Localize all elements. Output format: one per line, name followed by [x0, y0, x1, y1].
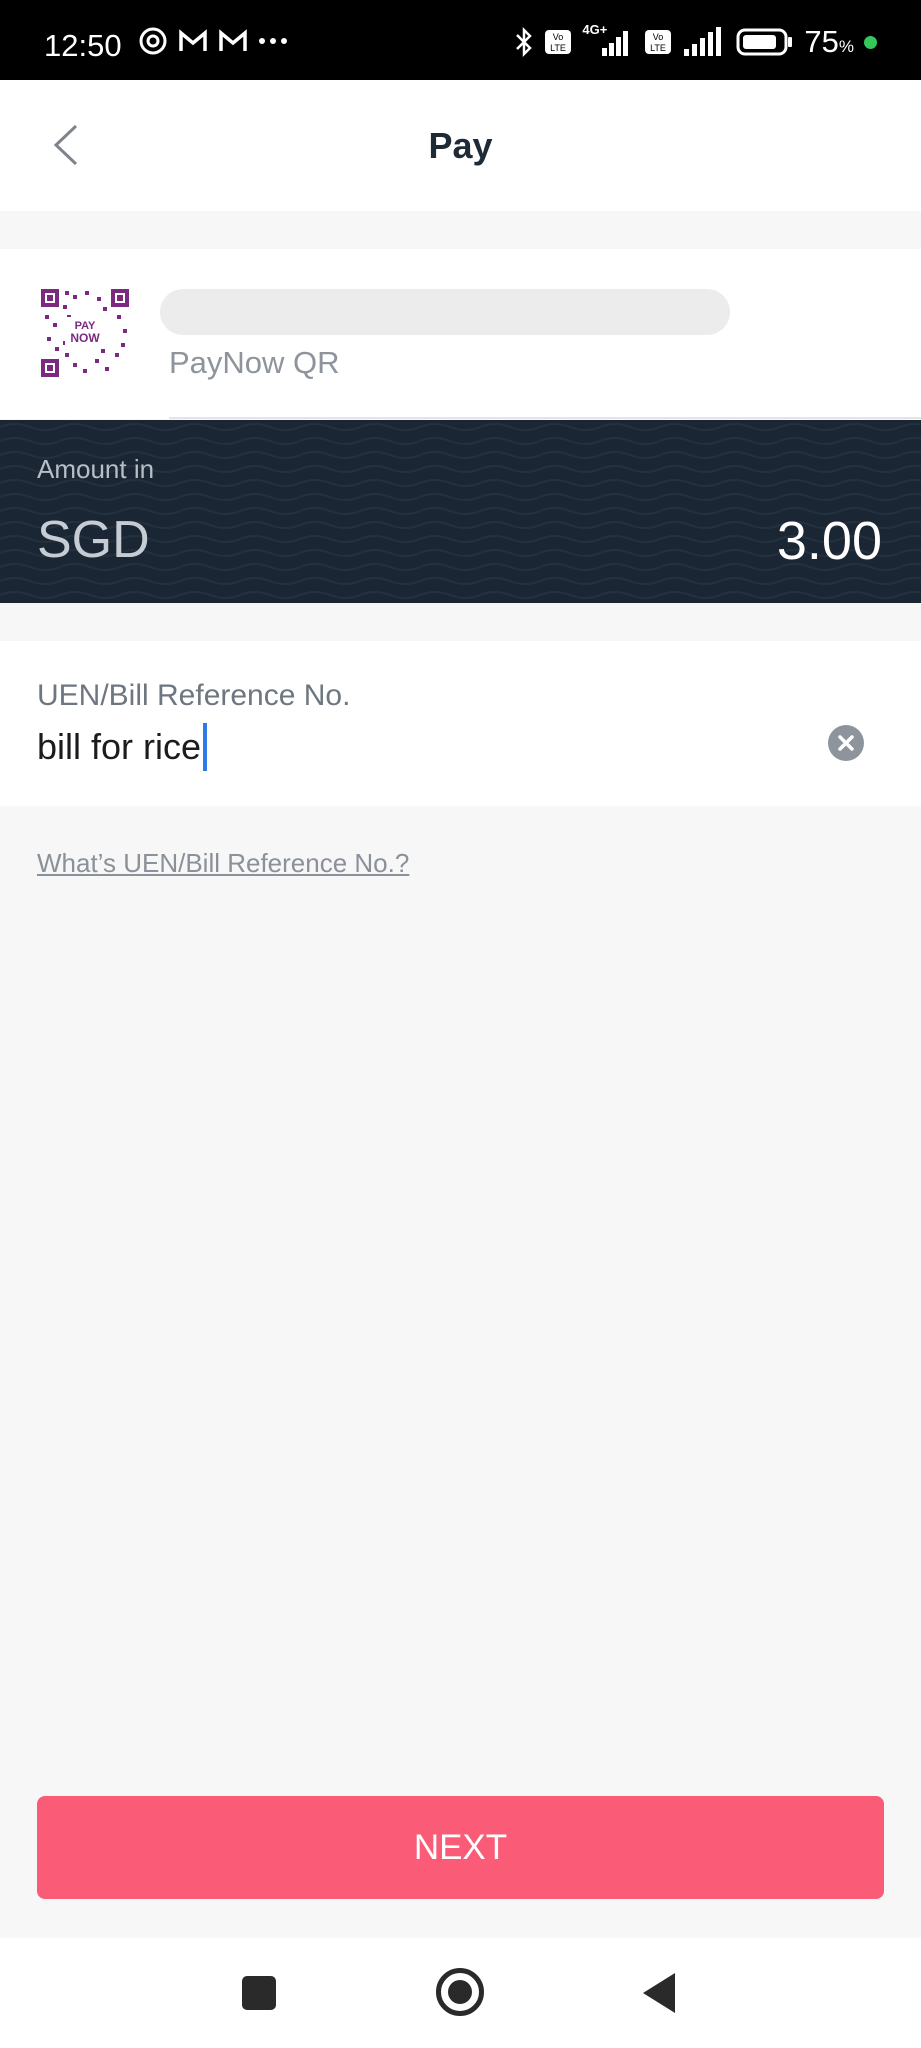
reference-input[interactable]: bill for rice — [37, 723, 208, 771]
status-time: 12:50 — [44, 28, 122, 63]
paynow-qr-icon: PAY NOW — [41, 289, 129, 377]
divider — [169, 417, 921, 419]
notification-icons — [138, 26, 288, 56]
gmail-icon — [219, 29, 247, 51]
amount-panel: Amount in SGD 3.00 — [0, 420, 921, 603]
signal-strength-4g: 4G+ — [582, 22, 634, 58]
close-icon — [838, 735, 854, 751]
svg-text:Vo: Vo — [553, 32, 564, 42]
merchant-qr-type: PayNow QR — [169, 345, 340, 380]
gmail-icon — [179, 29, 207, 51]
amount-label: Amount in — [37, 454, 155, 484]
at-sign-icon — [139, 27, 167, 55]
back-triangle-icon[interactable] — [643, 1973, 675, 2013]
privacy-indicator-dot — [864, 35, 877, 49]
signal-icon — [684, 27, 722, 56]
status-bar: 12:50 Vo LTE 4G+ Vo LTE 75% — [0, 0, 921, 80]
reference-value: bill for rice — [37, 726, 202, 767]
page-title: Pay — [428, 125, 493, 166]
merchant-name-redacted — [160, 289, 730, 335]
system-status-icons: Vo LTE 4G+ Vo LTE 75% — [514, 22, 877, 60]
reference-input-card[interactable]: UEN/Bill Reference No. bill for rice — [0, 641, 921, 806]
app-header: Pay — [0, 80, 921, 211]
amount-value[interactable]: 3.00 — [777, 510, 882, 572]
home-icon[interactable] — [436, 1968, 484, 2016]
battery-icon — [736, 28, 793, 56]
clear-input-button[interactable] — [828, 725, 864, 761]
svg-text:LTE: LTE — [650, 43, 666, 53]
currency-code: SGD — [37, 511, 150, 569]
merchant-card: PAY NOW — [0, 249, 921, 419]
system-navigation-bar — [0, 1938, 921, 2048]
uen-help-link[interactable]: What’s UEN/Bill Reference No.? — [37, 848, 409, 879]
signal-icon — [602, 31, 629, 56]
svg-text:LTE: LTE — [550, 43, 566, 53]
more-dots-icon — [259, 38, 287, 44]
text-cursor — [203, 723, 208, 771]
volte-icon: VoLTE — [645, 30, 672, 54]
battery-percent: 75% — [804, 24, 854, 59]
reference-label: UEN/Bill Reference No. — [37, 679, 351, 712]
qr-badge-bottom: NOW — [70, 331, 100, 345]
svg-text:Vo: Vo — [653, 32, 664, 42]
bluetooth-icon — [516, 26, 533, 58]
recents-icon[interactable] — [242, 1976, 276, 2010]
next-button[interactable]: NEXT — [37, 1796, 884, 1899]
volte-icon: VoLTE — [545, 30, 572, 54]
